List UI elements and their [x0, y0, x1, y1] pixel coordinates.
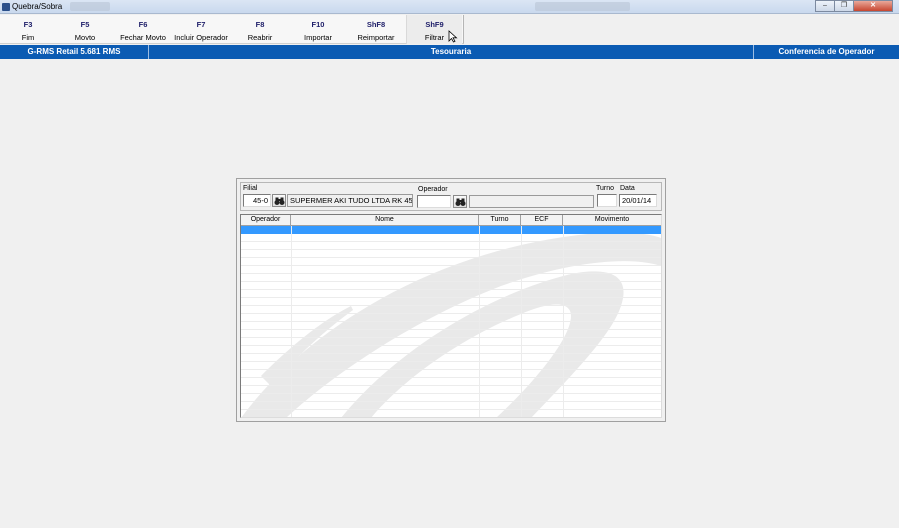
- toolbar-key: F5: [80, 20, 90, 29]
- background-window-blur: [70, 2, 110, 11]
- table-row[interactable]: [241, 242, 661, 250]
- toolbar-button-fechar-movto[interactable]: F6 Fechar Movto: [115, 15, 171, 44]
- window-controls: – ❐ ✕: [815, 0, 893, 13]
- table-row[interactable]: [241, 394, 661, 402]
- toolbar-label: Movto: [74, 33, 96, 42]
- turno-label: Turno: [596, 185, 615, 192]
- table-row[interactable]: [241, 290, 661, 298]
- table-row[interactable]: [241, 378, 661, 386]
- minimize-button[interactable]: –: [815, 0, 835, 12]
- version-label: G-RMS Retail 5.681 RMS: [27, 47, 121, 56]
- operador-label: Operador: [418, 186, 448, 193]
- module-label: Tesouraria: [430, 47, 472, 56]
- toolbar-button-importar[interactable]: F10 Importar: [290, 15, 346, 44]
- table-row[interactable]: [241, 370, 661, 378]
- turno-input[interactable]: [597, 194, 617, 207]
- binoculars-icon: [274, 197, 285, 205]
- column-header-operador[interactable]: Operador: [241, 215, 291, 226]
- app-icon: [2, 3, 10, 11]
- table-row[interactable]: [241, 282, 661, 290]
- table-row[interactable]: [241, 330, 661, 338]
- selected-row[interactable]: [241, 226, 661, 234]
- table-row[interactable]: [241, 306, 661, 314]
- data-label: Data: [620, 185, 635, 192]
- function-key-toolbar: F3 Fim F5 Movto F6 Fechar Movto F7 Inclu…: [0, 15, 464, 44]
- screen-label: Conferencia de Operador: [778, 47, 875, 56]
- binoculars-icon: [455, 198, 466, 206]
- table-row[interactable]: [241, 362, 661, 370]
- filial-input[interactable]: 45-0: [243, 194, 271, 207]
- table-row[interactable]: [241, 274, 661, 282]
- status-bar: G-RMS Retail 5.681 RMS Tesouraria Confer…: [0, 45, 899, 59]
- toolbar-label: Incluir Operador: [174, 33, 228, 42]
- column-header-movimento[interactable]: Movimento: [563, 215, 661, 226]
- table-row[interactable]: [241, 346, 661, 354]
- table-row[interactable]: [241, 402, 661, 410]
- table-row[interactable]: [241, 234, 661, 242]
- toolbar-key: F7: [196, 20, 206, 29]
- toolbar-label: Fim: [21, 33, 35, 42]
- mouse-cursor-icon: [448, 30, 458, 43]
- data-input[interactable]: 20/01/14: [619, 194, 657, 207]
- background-window-blur: [535, 2, 630, 11]
- window-titlebar[interactable]: Quebra/Sobra – ❐ ✕: [0, 0, 899, 14]
- column-header-nome[interactable]: Nome: [291, 215, 479, 226]
- conferencia-panel: Filial 45-0 SUPERMER AKI TUDO LTDA RK 45…: [236, 178, 666, 422]
- table-row[interactable]: [241, 354, 661, 362]
- filial-search-button[interactable]: [272, 194, 286, 207]
- toolbar-key: F6: [138, 20, 148, 29]
- close-button[interactable]: ✕: [853, 0, 893, 12]
- operator-grid[interactable]: Operador Nome Turno ECF Movimento: [240, 214, 662, 418]
- operador-search-button[interactable]: [453, 195, 467, 208]
- toolbar-key: F3: [23, 20, 33, 29]
- toolbar-key: ShF8: [366, 20, 386, 29]
- filial-label: Filial: [243, 185, 258, 192]
- table-row[interactable]: [241, 322, 661, 330]
- table-row[interactable]: [241, 410, 661, 417]
- toolbar-label: Importar: [304, 33, 332, 42]
- toolbar-key: F8: [255, 20, 265, 29]
- operador-input[interactable]: [417, 195, 451, 208]
- table-row[interactable]: [241, 258, 661, 266]
- table-row[interactable]: [241, 338, 661, 346]
- toolbar-button-fim[interactable]: F3 Fim: [0, 15, 56, 44]
- toolbar-key: ShF9: [425, 20, 444, 29]
- grid-body[interactable]: [241, 226, 661, 417]
- toolbar-button-movto[interactable]: F5 Movto: [57, 15, 113, 44]
- operador-name-field: [469, 195, 594, 208]
- filter-group: Filial 45-0 SUPERMER AKI TUDO LTDA RK 45…: [240, 182, 662, 211]
- table-row[interactable]: [241, 314, 661, 322]
- table-row[interactable]: [241, 298, 661, 306]
- toolbar-button-reimportar[interactable]: ShF8 Reimportar: [348, 15, 404, 44]
- toolbar-key: F10: [311, 20, 325, 29]
- restore-button[interactable]: ❐: [834, 0, 854, 12]
- toolbar-label: Reimportar: [357, 33, 395, 42]
- table-row[interactable]: [241, 250, 661, 258]
- toolbar-button-reabrir[interactable]: F8 Reabrir: [232, 15, 288, 44]
- table-row[interactable]: [241, 266, 661, 274]
- column-header-ecf[interactable]: ECF: [521, 215, 563, 226]
- toolbar-label: Fechar Movto: [120, 33, 166, 42]
- toolbar-label: Reabrir: [247, 33, 273, 42]
- window-title: Quebra/Sobra: [12, 2, 63, 11]
- grid-header: Operador Nome Turno ECF Movimento: [241, 215, 661, 226]
- column-header-turno[interactable]: Turno: [479, 215, 521, 226]
- table-row[interactable]: [241, 386, 661, 394]
- toolbar-button-incluir-operador[interactable]: F7 Incluir Operador: [173, 15, 229, 44]
- filial-name-field: SUPERMER AKI TUDO LTDA RK 45-0: [287, 194, 413, 207]
